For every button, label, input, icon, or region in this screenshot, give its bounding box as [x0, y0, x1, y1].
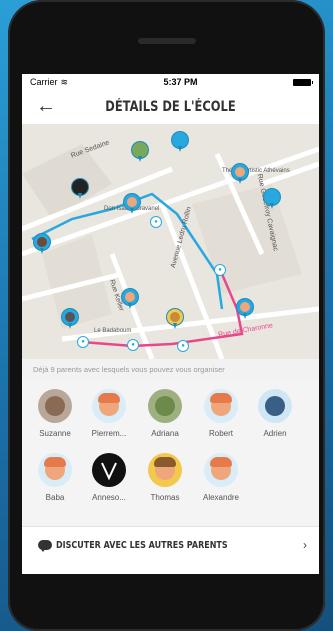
avatar — [148, 453, 182, 487]
nav-bar: ← DÉTAILS DE L'ÉCOLE — [22, 90, 319, 124]
street-label: Le Badaboum — [94, 328, 132, 334]
battery-icon — [292, 78, 313, 86]
parent-name: Adrien — [263, 429, 287, 438]
parent-pin[interactable] — [122, 289, 138, 309]
chat-label: DISCUTER AVEC LES AUTRES PARENTS — [56, 539, 228, 551]
parents-hint: Déjà 9 parents avec lesquels vous pouvez… — [22, 359, 319, 379]
chat-with-parents-button[interactable]: DISCUTER AVEC LES AUTRES PARENTS › — [22, 526, 319, 563]
wifi-icon: ≋ — [60, 76, 69, 87]
route-stop: ● — [150, 216, 162, 228]
parent-adrien[interactable]: Adrien — [252, 389, 298, 438]
app-screen: Carrier ≋ 5:37 PM ← DÉTAILS DE L'ÉCOLE R… — [22, 74, 319, 574]
parent-pin[interactable] — [237, 299, 253, 319]
parent-pin[interactable] — [264, 189, 280, 209]
avatar — [204, 453, 238, 487]
parent-pin[interactable] — [232, 164, 248, 184]
route-stop: ● — [214, 264, 226, 276]
route-stop: ● — [77, 336, 89, 348]
avatar — [38, 453, 72, 487]
parent-pin[interactable] — [172, 132, 188, 152]
avatar — [38, 389, 72, 423]
parent-name: Thomas — [150, 493, 180, 502]
parent-robert[interactable]: Robert — [198, 389, 244, 438]
avatar — [92, 389, 126, 423]
parent-pin[interactable] — [124, 194, 140, 214]
avatar — [204, 389, 238, 423]
parent-name: Alexandre — [202, 493, 240, 502]
chevron-right-icon: › — [303, 538, 307, 552]
speaker-grille — [138, 38, 196, 44]
parent-name: Pierrem... — [91, 429, 127, 438]
avatar — [148, 389, 182, 423]
chat-bubble-icon — [38, 540, 52, 552]
parent-pin[interactable] — [34, 234, 50, 254]
parent-baba[interactable]: Baba — [32, 453, 78, 502]
route-stop: ● — [127, 339, 139, 351]
parent-thomas[interactable]: Thomas — [142, 453, 188, 502]
parent-pin[interactable] — [62, 309, 78, 329]
parent-pierrem[interactable]: Pierrem... — [86, 389, 132, 438]
avatar — [258, 389, 292, 423]
parents-grid: Suzanne Pierrem... Adriana Robert Adrien… — [22, 379, 319, 546]
v-logo-icon — [101, 462, 117, 481]
parent-suzanne[interactable]: Suzanne — [32, 389, 78, 438]
carrier: Carrier ≋ — [30, 77, 68, 88]
parent-name: Suzanne — [39, 429, 71, 438]
parent-name: Adriana — [151, 429, 179, 438]
parent-alexandre[interactable]: Alexandre — [198, 453, 244, 502]
route-stop: ● — [177, 340, 189, 352]
page-title: DÉTAILS DE L'ÉCOLE — [105, 99, 236, 115]
parent-pin[interactable] — [132, 142, 148, 162]
parent-anneso[interactable]: Anneso... — [86, 453, 132, 502]
status-bar: Carrier ≋ 5:37 PM — [22, 74, 319, 90]
parent-pin[interactable] — [167, 309, 183, 329]
school-map[interactable]: Rue Sedaine Rue Keller Avenue Ledru Roll… — [22, 124, 319, 359]
carrier-label: Carrier — [30, 77, 58, 87]
avatar — [92, 453, 126, 487]
parent-name: Robert — [208, 429, 233, 438]
school-pin[interactable] — [72, 179, 88, 199]
parent-name: Baba — [45, 493, 65, 502]
parent-adriana[interactable]: Adriana — [142, 389, 188, 438]
parent-name: Anneso... — [92, 493, 126, 502]
clock: 5:37 PM — [163, 77, 198, 87]
